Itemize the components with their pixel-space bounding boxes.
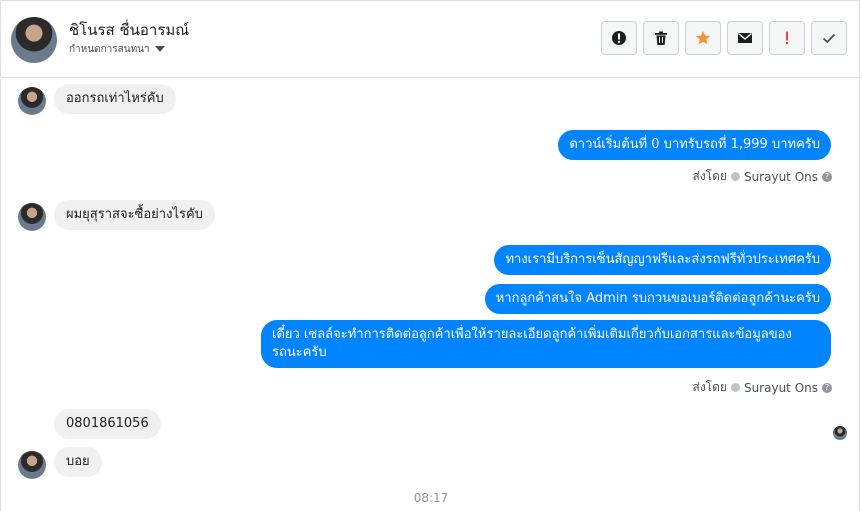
outgoing-message[interactable]: หากลูกค้าสนใจ Admin รบกวนขอเบอร์ติดต่อลู… [484, 284, 831, 314]
incoming-message[interactable]: 0801861056 [54, 409, 161, 439]
sender-avatar[interactable] [18, 451, 46, 479]
message-thread[interactable]: ออกรถเท่าไหร่คับ ดาวน์เริ่มต้นที่ 0 บาทร… [0, 79, 860, 511]
check-icon [822, 33, 836, 44]
sent-by-label: ส่งโดย [692, 380, 727, 394]
sent-by-name[interactable]: Surayut Ons [744, 381, 818, 395]
conversation-header: ชิโนรส ชื่นอารมณ์ กำหนดการสนทนา [0, 0, 860, 78]
follow-up-button[interactable] [769, 21, 805, 55]
sent-by-info: ส่งโดย Surayut Ons ? [692, 378, 832, 397]
mark-unread-button[interactable] [727, 21, 763, 55]
outgoing-message-line: เดี๋ยว เซลล์จะทำการติดต่อลูกค้าเพื่อให้ร… [272, 327, 792, 342]
trash-icon [655, 31, 667, 45]
header-toolbar [601, 21, 847, 55]
sender-avatar[interactable] [18, 87, 46, 115]
sender-avatar[interactable] [18, 203, 46, 231]
page-icon [730, 383, 740, 392]
incoming-message[interactable]: ออกรถเท่าไหร่คับ [54, 84, 176, 114]
star-button[interactable] [685, 21, 721, 55]
help-icon[interactable]: ? [822, 171, 832, 182]
sent-by-label: ส่งโดย [692, 169, 727, 183]
outgoing-message[interactable]: ดาวน์เริ่มต้นที่ 0 บาทรับรถที่ 1,999 บาท… [558, 130, 831, 160]
sent-by-name[interactable]: Surayut Ons [744, 170, 818, 184]
mark-done-button[interactable] [811, 21, 847, 55]
incoming-message[interactable]: ผมยุสุราสจะซื้อย่างไรคับ [54, 200, 215, 230]
conversation-schedule-dropdown[interactable]: กำหนดการสนทนา [69, 42, 165, 57]
sent-by-info: ส่งโดย Surayut Ons ? [692, 167, 832, 186]
alert-circle-icon [612, 31, 626, 45]
contact-avatar[interactable] [11, 17, 57, 63]
message-timestamp: 08:17 [413, 491, 449, 505]
outgoing-message-line: รถนะครับ [272, 345, 327, 360]
outgoing-message-multiline[interactable]: เดี๋ยว เซลล์จะทำการติดต่อลูกค้าเพื่อให้ร… [261, 320, 831, 368]
conversation-schedule-label: กำหนดการสนทนา [69, 44, 150, 55]
envelope-icon [738, 33, 752, 43]
star-icon [696, 31, 710, 45]
seen-indicator-avatar [833, 426, 847, 440]
help-icon[interactable]: ? [822, 382, 832, 393]
page-icon [730, 172, 740, 181]
outgoing-message[interactable]: ทางเรามีบริการเซ็นสัญญาฟรีและส่งรถฟรีทั่… [494, 245, 831, 275]
caret-down-icon [154, 46, 165, 52]
incoming-message[interactable]: บอย [54, 447, 102, 477]
mark-spam-button[interactable] [601, 21, 637, 55]
contact-name[interactable]: ชิโนรส ชื่นอารมณ์ [69, 18, 189, 42]
exclamation-icon [786, 31, 788, 45]
delete-button[interactable] [643, 21, 679, 55]
